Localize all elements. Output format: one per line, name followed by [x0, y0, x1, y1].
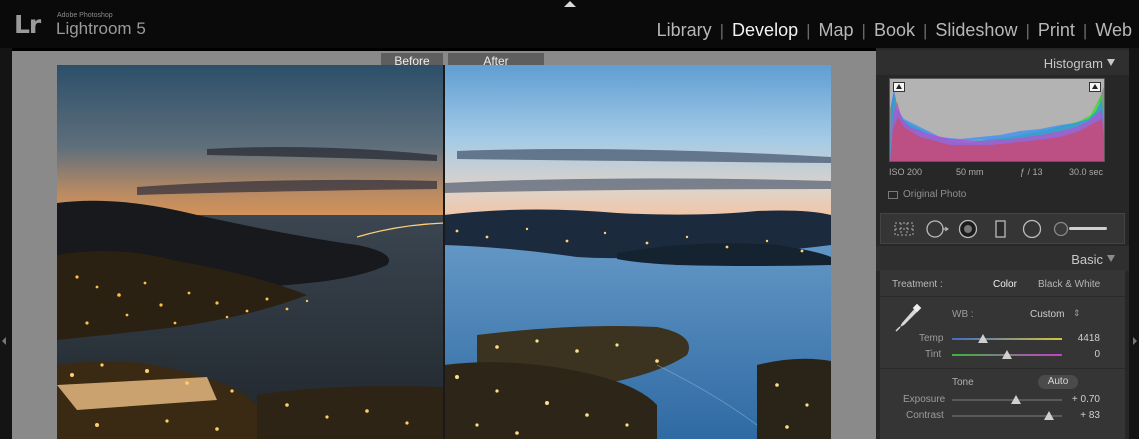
right-panel-edge[interactable]: [1129, 48, 1139, 439]
red-eye-icon[interactable]: [958, 219, 978, 239]
app-name: Lightroom 5: [56, 19, 146, 38]
radial-filter-icon[interactable]: [1022, 219, 1042, 239]
highlight-clipping-toggle[interactable]: [1089, 82, 1101, 92]
module-separator: |: [1025, 20, 1030, 40]
temp-slider-track[interactable]: [952, 338, 1062, 340]
module-separator: |: [719, 20, 725, 40]
module-separator: |: [806, 20, 811, 40]
module-map[interactable]: Map: [816, 20, 857, 41]
temp-label: Temp: [919, 333, 944, 344]
wb-label: WB :: [952, 309, 974, 320]
tint-value[interactable]: 0: [1066, 349, 1100, 360]
contrast-label: Contrast: [906, 410, 944, 421]
module-picker: Library | Develop | Map | Book | Slidesh…: [654, 20, 1135, 41]
image-canvas: Before After: [12, 51, 876, 439]
exposure-slider-thumb[interactable]: [1011, 395, 1021, 404]
spot-removal-icon[interactable]: [925, 219, 949, 239]
adjustment-brush-icon[interactable]: [1053, 220, 1109, 238]
wb-select-chevron-icon[interactable]: ⇕: [1073, 308, 1081, 319]
module-library[interactable]: Library: [654, 20, 715, 41]
auto-tone-button[interactable]: Auto: [1038, 375, 1078, 389]
tool-strip: [880, 213, 1125, 244]
module-separator: |: [1082, 20, 1088, 40]
treatment-label: Treatment :: [892, 279, 943, 290]
module-separator: |: [922, 20, 928, 40]
contrast-value[interactable]: + 83: [1062, 410, 1100, 421]
split-divider[interactable]: [443, 65, 445, 439]
shutter-readout: 30.0 sec: [1069, 167, 1104, 177]
treatment-color-button[interactable]: Color: [993, 279, 1017, 290]
histogram-title: Histogram: [1043, 56, 1103, 71]
collapse-top-panel-icon[interactable]: [564, 1, 576, 7]
collapse-histogram-icon[interactable]: [1107, 59, 1115, 66]
crop-overlay-icon[interactable]: [893, 221, 915, 237]
focal-length-readout: 50 mm: [956, 167, 984, 177]
expand-left-panel-icon[interactable]: [2, 337, 6, 345]
tone-label: Tone: [952, 377, 974, 388]
graduated-filter-icon[interactable]: [994, 219, 1008, 239]
photo-before-after-split[interactable]: [57, 65, 831, 439]
histogram-graph[interactable]: [889, 78, 1105, 162]
shadow-clipping-toggle[interactable]: [893, 82, 905, 92]
treatment-bw-button[interactable]: Black & White: [1038, 279, 1100, 290]
divider: [880, 368, 1125, 369]
module-develop[interactable]: Develop: [729, 20, 801, 41]
temp-value[interactable]: 4418: [1066, 333, 1100, 344]
wb-eyedropper-icon[interactable]: [892, 303, 922, 333]
tint-label: Tint: [925, 349, 942, 360]
aperture-readout: ƒ / 13: [1020, 167, 1043, 177]
left-panel-edge[interactable]: [0, 48, 12, 439]
divider: [880, 296, 1125, 297]
basic-title: Basic: [1071, 252, 1103, 267]
collapse-right-panel-icon[interactable]: [1133, 337, 1137, 345]
wb-select[interactable]: Custom: [1030, 309, 1064, 320]
module-separator: |: [861, 20, 866, 40]
basic-panel: Treatment : Color Black & White WB : Cus…: [880, 270, 1125, 439]
module-print[interactable]: Print: [1035, 20, 1078, 41]
app-maker: Adobe Photoshop: [57, 12, 113, 19]
original-photo-toggle[interactable]: Original Photo: [888, 189, 966, 200]
city-night-photo: [57, 65, 831, 439]
top-bar: Lr Adobe Photoshop Lightroom 5 Library |…: [0, 0, 1139, 48]
contrast-slider-thumb[interactable]: [1044, 411, 1054, 420]
lightroom-logo: Lr: [14, 10, 41, 39]
histogram-curves: [890, 87, 1104, 161]
module-slideshow[interactable]: Slideshow: [932, 20, 1020, 41]
basic-header[interactable]: Basic: [876, 246, 1129, 271]
original-photo-label: Original Photo: [903, 189, 967, 200]
exposure-label: Exposure: [903, 394, 946, 405]
temp-slider-thumb[interactable]: [978, 334, 988, 343]
original-photo-checkbox[interactable]: [888, 190, 898, 199]
exposure-value[interactable]: + 0.70: [1062, 394, 1100, 405]
tint-slider-thumb[interactable]: [1002, 350, 1012, 359]
histogram-header[interactable]: Histogram: [876, 50, 1129, 75]
module-book[interactable]: Book: [871, 20, 918, 41]
collapse-basic-icon[interactable]: [1107, 255, 1115, 262]
exposure-slider-track[interactable]: [952, 399, 1062, 401]
module-web[interactable]: Web: [1092, 20, 1135, 41]
right-panel: Histogram ISO 200 50 mm ƒ / 13 30.0 sec …: [876, 48, 1129, 439]
iso-readout: ISO 200: [889, 167, 923, 177]
